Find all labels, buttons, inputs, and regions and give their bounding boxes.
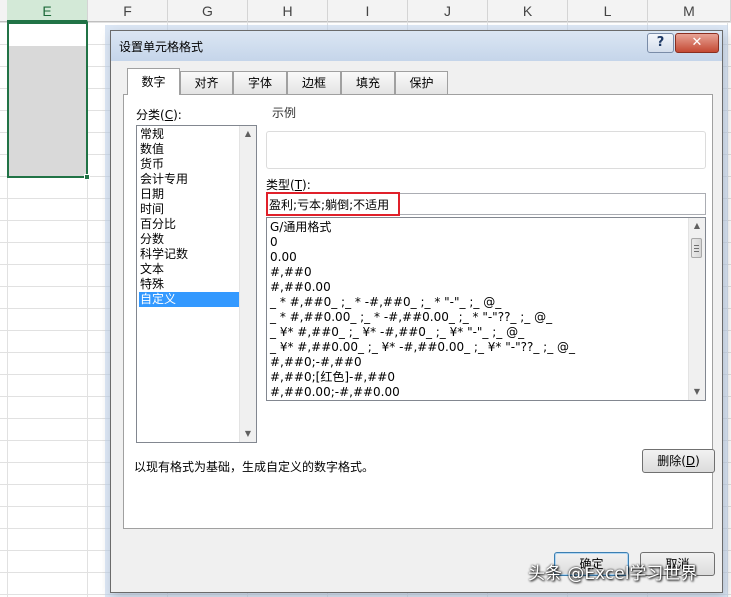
category-item-text[interactable]: 文本 — [139, 262, 239, 277]
column-header-l[interactable]: L — [568, 0, 648, 22]
category-scrollbar[interactable]: ▲ ▼ — [239, 126, 256, 442]
category-item-time[interactable]: 时间 — [139, 202, 239, 217]
format-item[interactable]: 0.00 — [270, 250, 297, 265]
sample-label: 示例 — [272, 106, 297, 120]
category-item-general[interactable]: 常规 — [139, 127, 239, 142]
format-item[interactable]: _ * #,##0.00_ ;_ * -#,##0.00_ ;_ * "-"??… — [270, 310, 552, 325]
format-item[interactable]: #,##0.00;-#,##0.00 — [270, 385, 400, 400]
help-button[interactable]: ? — [647, 33, 674, 53]
column-header-i[interactable]: I — [328, 0, 408, 22]
sample-preview — [266, 131, 706, 169]
format-item[interactable]: G/通用格式 — [270, 220, 331, 235]
watermark-text: 头条 @Excel学习世界 — [528, 564, 698, 584]
format-cells-dialog: 设置单元格格式 ? ✕ 数字 对齐 字体 边框 填充 保护 分类(C): 常规 … — [110, 30, 723, 593]
description-text: 以现有格式为基础，生成自定义的数字格式。 — [134, 460, 375, 474]
category-item-date[interactable]: 日期 — [139, 187, 239, 202]
column-header-g[interactable]: G — [168, 0, 248, 22]
category-item-custom[interactable]: 自定义 — [139, 292, 239, 307]
category-label: 分类(C): — [136, 108, 182, 122]
tab-font[interactable]: 字体 — [233, 71, 287, 94]
format-item[interactable]: #,##0.00 — [270, 280, 331, 295]
scroll-down-arrow-icon[interactable]: ▼ — [689, 384, 705, 400]
format-item[interactable]: #,##0;-#,##0 — [270, 355, 362, 370]
tab-fill[interactable]: 填充 — [341, 71, 395, 94]
column-header-m[interactable]: M — [648, 0, 731, 22]
tab-protection[interactable]: 保护 — [395, 71, 448, 94]
category-item-percentage[interactable]: 百分比 — [139, 217, 239, 232]
column-header-j[interactable]: J — [408, 0, 488, 22]
category-list[interactable]: 常规 数值 货币 会计专用 日期 时间 百分比 分数 科学记数 文本 特殊 自定… — [136, 125, 257, 443]
selected-range[interactable] — [7, 22, 90, 180]
column-header-h[interactable]: H — [248, 0, 328, 22]
category-item-special[interactable]: 特殊 — [139, 277, 239, 292]
tab-border[interactable]: 边框 — [287, 71, 341, 94]
type-input[interactable] — [269, 196, 699, 212]
category-item-accounting[interactable]: 会计专用 — [139, 172, 239, 187]
dialog-titlebar[interactable]: 设置单元格格式 ? ✕ — [111, 31, 722, 61]
column-headers: E F G H I J K L M — [0, 0, 731, 22]
format-item[interactable]: #,##0;[红色]-#,##0 — [270, 370, 395, 385]
tab-number[interactable]: 数字 — [127, 68, 180, 95]
type-label: 类型(T): — [266, 178, 311, 192]
category-item-fraction[interactable]: 分数 — [139, 232, 239, 247]
format-item[interactable]: #,##0 — [270, 265, 312, 280]
category-item-scientific[interactable]: 科学记数 — [139, 247, 239, 262]
format-item[interactable]: _ ¥* #,##0.00_ ;_ ¥* -#,##0.00_ ;_ ¥* "-… — [270, 340, 575, 355]
category-item-number[interactable]: 数值 — [139, 142, 239, 157]
format-item[interactable]: _ ¥* #,##0_ ;_ ¥* -#,##0_ ;_ ¥* "-"_ ;_ … — [270, 325, 524, 340]
tab-alignment[interactable]: 对齐 — [180, 71, 233, 94]
scroll-down-arrow-icon[interactable]: ▼ — [240, 426, 256, 442]
fill-handle[interactable] — [84, 174, 90, 180]
type-field-wrapper — [266, 193, 706, 215]
scroll-up-arrow-icon[interactable]: ▲ — [689, 218, 705, 234]
format-code-list[interactable]: G/通用格式 0 0.00 #,##0 #,##0.00 _ * #,##0_ … — [266, 217, 706, 401]
close-button[interactable]: ✕ — [675, 33, 719, 53]
column-header-f[interactable]: F — [88, 0, 168, 22]
scroll-thumb[interactable] — [691, 238, 702, 258]
delete-button[interactable]: 删除(D) — [642, 449, 715, 473]
format-item[interactable]: _ * #,##0_ ;_ * -#,##0_ ;_ * "-"_ ;_ @_ — [270, 295, 501, 310]
column-header-k[interactable]: K — [488, 0, 568, 22]
column-header-e[interactable]: E — [7, 0, 88, 22]
scroll-up-arrow-icon[interactable]: ▲ — [240, 126, 256, 142]
format-list-scrollbar[interactable]: ▲ ▼ — [688, 218, 705, 400]
format-item[interactable]: 0 — [270, 235, 278, 250]
category-item-currency[interactable]: 货币 — [139, 157, 239, 172]
active-cell[interactable] — [9, 24, 86, 46]
dialog-title: 设置单元格格式 — [119, 40, 204, 54]
